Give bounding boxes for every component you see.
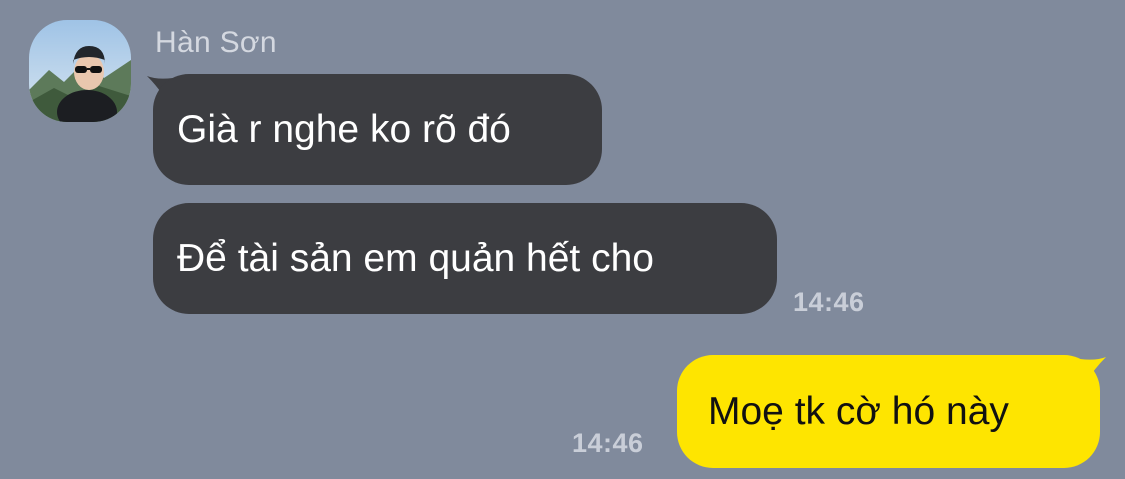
sender-name: Hàn Sơn [155,26,277,59]
outgoing-message-bubble[interactable]: Moẹ tk cờ hó này [677,355,1100,468]
message-text: Để tài sản em quản hết cho [177,236,654,280]
incoming-message-bubble[interactable]: Già r nghe ko rõ đó [153,74,602,185]
message-text: Moẹ tk cờ hó này [708,389,1009,433]
message-timestamp: 14:46 [572,428,644,458]
message-timestamp: 14:46 [793,287,865,317]
chat-conversation: Hàn Sơn Già r nghe ko rõ đó Để tài sản e… [0,0,1125,479]
profile-photo-icon [29,20,131,122]
incoming-message-bubble[interactable]: Để tài sản em quản hết cho [153,203,777,314]
message-text: Già r nghe ko rõ đó [177,107,511,151]
sender-avatar[interactable] [29,20,131,122]
